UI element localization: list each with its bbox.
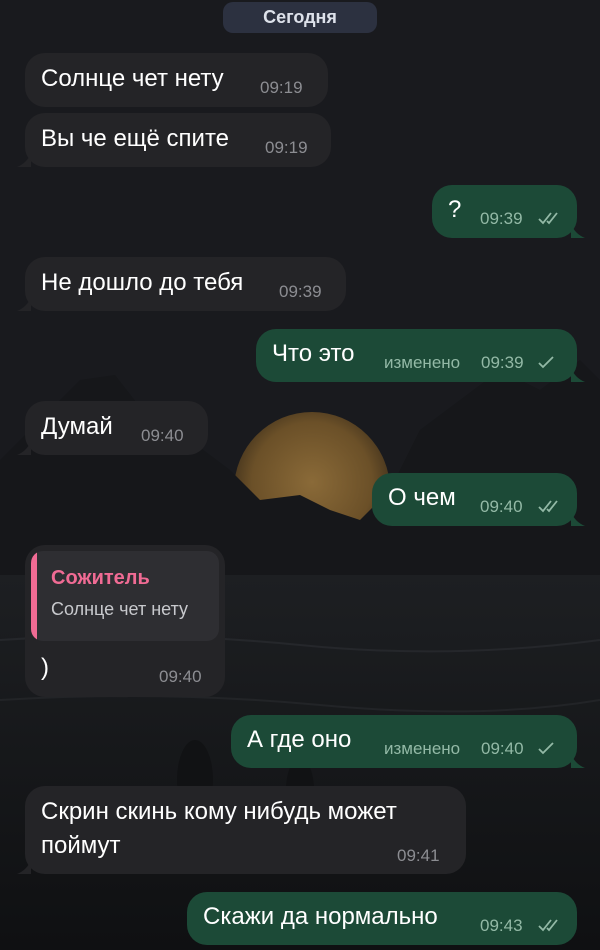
reply-quote[interactable]: Сожитель Солнце чет нету xyxy=(31,551,219,641)
message-time: 09:43 xyxy=(480,916,523,935)
message-text: О чем xyxy=(388,484,456,511)
message-time: 09:39 xyxy=(481,353,524,372)
reply-text: Солнце чет нету xyxy=(51,599,189,619)
message-time: 09:40 xyxy=(141,426,184,445)
message-time: 09:39 xyxy=(480,209,523,228)
message-text: Что это xyxy=(272,340,355,367)
message-text-line-1: Скрин скинь кому нибудь может xyxy=(41,798,397,825)
edited-label: изменено xyxy=(384,353,461,372)
message-time: 09:40 xyxy=(159,667,202,686)
message-text: ) xyxy=(41,654,49,681)
double-check-icon xyxy=(538,919,558,932)
reply-accent-bar xyxy=(31,551,37,641)
edited-label: изменено xyxy=(384,739,461,758)
message-text: ? xyxy=(448,196,462,223)
double-check-icon xyxy=(538,500,558,513)
message-bubble-outgoing[interactable]: ? 09:39 xyxy=(432,185,577,238)
message-bubble-incoming[interactable]: Вы че ещё спите 09:19 xyxy=(25,113,331,167)
date-separator: Сегодня xyxy=(223,2,377,33)
message-text: Вы че ещё спите xyxy=(41,125,230,152)
message-bubble-incoming[interactable]: Скрин скинь кому нибудь может поймут 09:… xyxy=(25,786,466,874)
message-bubble-incoming[interactable]: Солнце чет нету 09:19 xyxy=(25,53,328,107)
message-text: Солнце чет нету xyxy=(41,65,224,92)
message-bubble-outgoing[interactable]: Что это изменено 09:39 xyxy=(256,329,577,382)
message-time: 09:19 xyxy=(260,78,303,97)
single-check-icon xyxy=(538,356,554,369)
message-text: Не дошло до тебя xyxy=(41,269,244,296)
message-text: Думай xyxy=(41,413,113,440)
message-time: 09:40 xyxy=(481,739,524,758)
message-bubble-outgoing[interactable]: Скажи да нормально 09:43 xyxy=(187,892,577,945)
message-time: 09:19 xyxy=(265,138,308,157)
message-bubble-outgoing[interactable]: А где оно изменено 09:40 xyxy=(231,715,577,768)
message-time: 09:40 xyxy=(480,497,523,516)
message-bubble-reply[interactable]: Сожитель Солнце чет нету ) 09:40 xyxy=(25,545,225,697)
message-bubble-outgoing[interactable]: О чем 09:40 xyxy=(372,473,577,526)
message-time: 09:41 xyxy=(397,846,440,865)
single-check-icon xyxy=(538,742,554,755)
message-text: Скажи да нормально xyxy=(203,903,438,930)
double-check-icon xyxy=(538,212,558,225)
message-time: 09:39 xyxy=(279,282,322,301)
message-text-line-2: поймут xyxy=(41,832,121,859)
message-text: А где оно xyxy=(247,726,352,753)
message-bubble-incoming[interactable]: Не дошло до тебя 09:39 xyxy=(25,257,346,311)
message-bubble-incoming[interactable]: Думай 09:40 xyxy=(25,401,208,455)
reply-author: Сожитель xyxy=(51,567,150,589)
